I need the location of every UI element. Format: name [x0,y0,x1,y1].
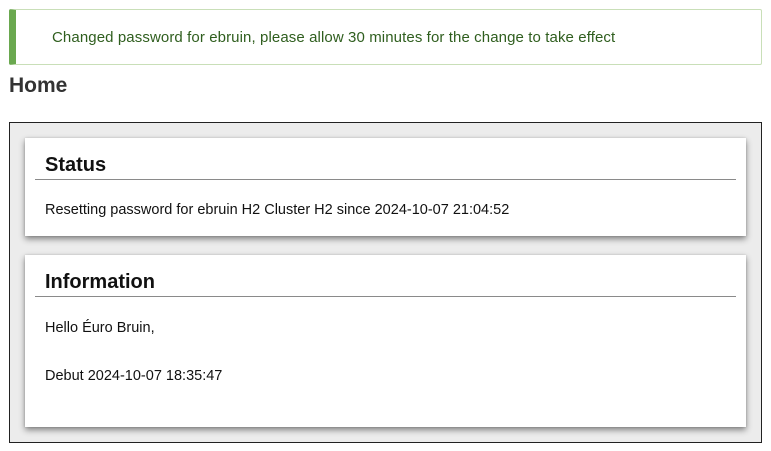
information-card-title: Information [35,255,736,297]
home-content-panel: Status Resetting password for ebruin H2 … [9,122,762,443]
status-message: Resetting password for ebruin H2 Cluster… [45,202,510,218]
alert-message: Changed password for ebruin, please allo… [52,28,616,46]
information-card: Information Hello Éuro Bruin, Debut 2024… [25,255,746,427]
status-card: Status Resetting password for ebruin H2 … [25,138,746,236]
success-alert: Changed password for ebruin, please allo… [9,9,762,65]
page-title: Home [9,74,68,97]
status-card-title: Status [35,138,736,180]
greeting-text: Hello Éuro Bruin, [45,320,155,336]
debut-timestamp: Debut 2024-10-07 18:35:47 [45,368,223,384]
